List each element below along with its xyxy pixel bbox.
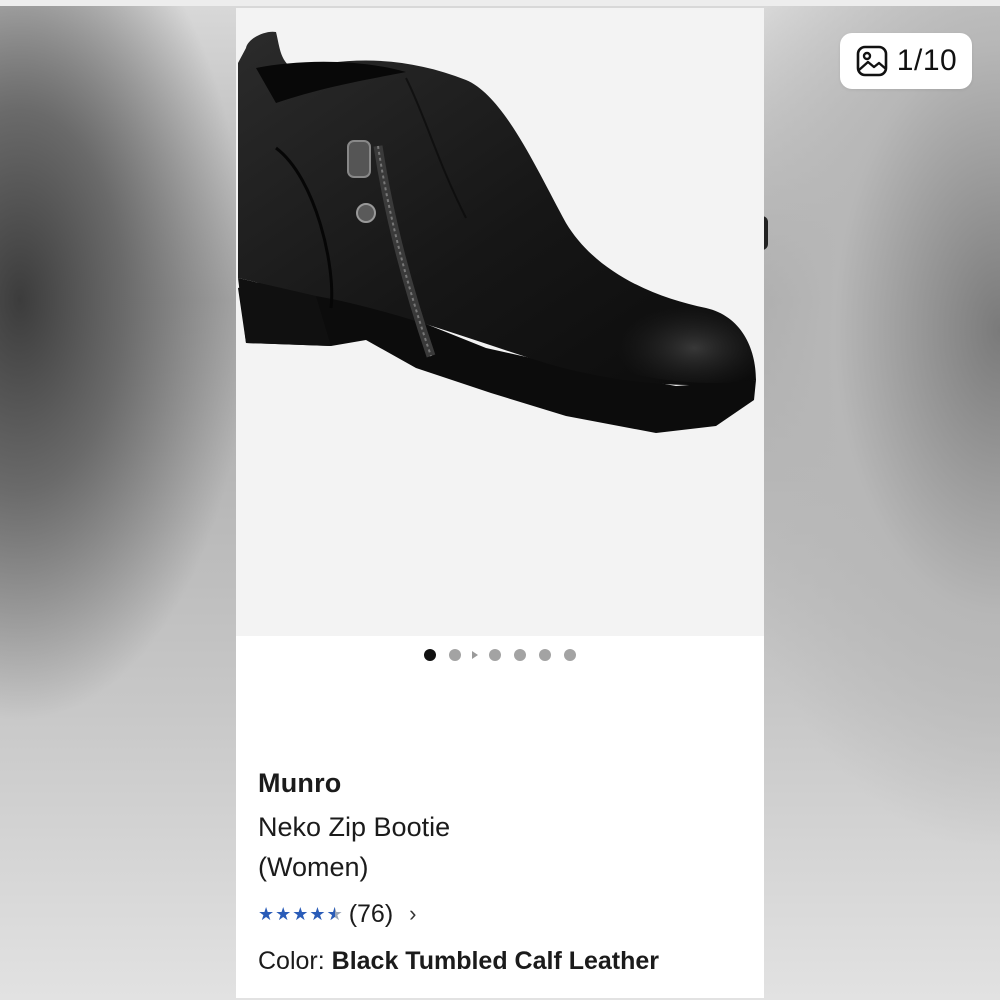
color-row: Color: Black Tumbled Calf Leather: [258, 947, 758, 976]
carousel-dot-3[interactable]: [489, 649, 501, 661]
star-icon: ★: [292, 904, 309, 924]
carousel-dot-1[interactable]: [424, 649, 436, 661]
video-play-icon[interactable]: [472, 651, 478, 659]
product-card: Munro Neko Zip Bootie (Women) ★ ★ ★ ★ ★ ★…: [236, 8, 764, 998]
image-counter[interactable]: 1/10: [840, 33, 972, 89]
color-label: Color:: [258, 947, 325, 975]
star-icon: ★: [258, 904, 275, 924]
image-counter-text: 1/10: [896, 44, 958, 77]
image-icon: [856, 45, 888, 77]
half-star-icon: ★ ★: [326, 904, 343, 924]
color-value: Black Tumbled Calf Leather: [331, 947, 660, 975]
carousel-dot-6[interactable]: [564, 649, 576, 661]
star-icon: ★: [275, 904, 292, 924]
review-count[interactable]: (76): [349, 900, 393, 929]
product-title: Neko Zip Bootie (Women): [258, 807, 758, 887]
rating-stars: ★ ★ ★ ★ ★ ★: [258, 905, 343, 923]
ankle-boot-illustration: [238, 31, 756, 433]
top-edge: [0, 0, 1000, 6]
product-image[interactable]: [236, 8, 764, 636]
brand-name[interactable]: Munro: [258, 768, 758, 799]
product-title-line1: Neko Zip Bootie: [258, 812, 451, 842]
carousel-dot-5[interactable]: [539, 649, 551, 661]
rating-row[interactable]: ★ ★ ★ ★ ★ ★ (76) ›: [258, 900, 758, 929]
carousel-dot-2[interactable]: [449, 649, 461, 661]
chevron-right-icon[interactable]: ›: [409, 901, 416, 927]
star-icon: ★: [309, 904, 326, 924]
carousel-dots: [236, 648, 764, 662]
product-title-line2: (Women): [258, 852, 369, 882]
carousel-dot-4[interactable]: [514, 649, 526, 661]
product-info: Munro Neko Zip Bootie (Women) ★ ★ ★ ★ ★ ★…: [258, 768, 758, 976]
